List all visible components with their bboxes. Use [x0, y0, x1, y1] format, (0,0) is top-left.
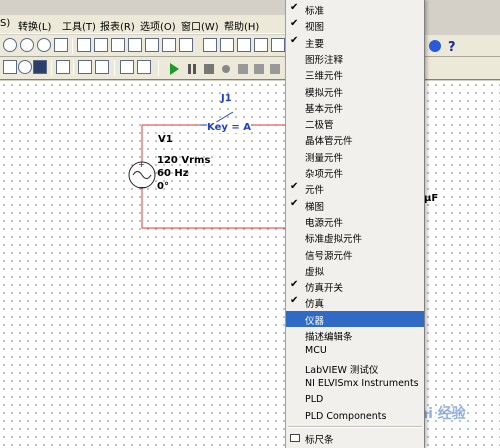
switch-label: J1 — [221, 93, 232, 104]
context-menu-item[interactable]: ✔ 仿真 — [286, 294, 424, 310]
context-menu-item-label: 主要 — [305, 38, 325, 50]
checkmark-icon: ✔ — [290, 34, 299, 46]
checkmark-icon: ✔ — [290, 295, 299, 307]
context-menu-item-label: 描述编辑条 — [305, 332, 353, 343]
context-menu-item[interactable]: PLD — [286, 392, 424, 408]
context-menu-item-label: 虚拟 — [305, 266, 325, 278]
context-menu-item[interactable]: 基本元件 — [286, 99, 424, 115]
source-name-label: V1 — [158, 134, 173, 145]
context-menu-item[interactable]: ✔ 视图 — [286, 17, 424, 33]
checkmark-icon: ✔ — [290, 279, 299, 291]
source-frequency-label: 60 Hz — [157, 168, 189, 179]
context-menu-item[interactable]: 电源元件 — [286, 213, 424, 229]
checkmark-icon: ✔ — [290, 18, 299, 30]
context-menu-item-label: 标准 — [305, 6, 325, 17]
context-menu-item[interactable]: ✔ 标准 — [286, 1, 424, 17]
ac-source-symbol[interactable]: + − — [128, 160, 156, 192]
context-menu-item[interactable]: ✔ 梯图 — [286, 197, 424, 213]
context-menu-item[interactable]: 描述编辑条 — [286, 327, 424, 343]
checkmark-icon: ✔ — [290, 181, 299, 193]
context-menu-item[interactable]: 信号源元件 — [286, 246, 424, 262]
context-menu-item-label: MCU — [305, 345, 327, 357]
context-menu-item-label: 仿真 — [305, 299, 325, 311]
svg-text:+: + — [138, 160, 145, 169]
context-menu-item[interactable]: PLD Components — [286, 409, 424, 425]
context-menu-item-label: 梯图 — [305, 201, 325, 213]
context-menu-item-label: 视图 — [305, 22, 325, 34]
context-menu-item-label: 模拟元件 — [305, 87, 344, 99]
context-menu-item-label: 标准虚拟元件 — [305, 234, 363, 246]
context-menu-item-label: 信号源元件 — [305, 250, 353, 262]
context-menu-item-label: 仿真开关 — [305, 283, 344, 295]
context-menu-item[interactable]: 三维元件 — [286, 66, 424, 82]
context-menu-item-label: 三维元件 — [305, 71, 344, 83]
toolbar-context-menu: ✔ 标准 ✔ 视图 ✔ 主要图形注释三维元件模拟元件基本元件二极管晶体管元件测量元件杂项元… — [285, 0, 425, 448]
context-menu-item-label: 杂项元件 — [305, 169, 344, 180]
context-menu-item[interactable]: 标准虚拟元件 — [286, 229, 424, 245]
context-menu-item[interactable]: NI ELVISmx Instruments — [286, 376, 424, 392]
source-voltage-label: 120 Vrms — [157, 155, 211, 166]
context-menu-item[interactable]: 标尺条 — [286, 430, 424, 446]
context-menu-item-label: 电源元件 — [305, 217, 344, 229]
context-menu-item-label: NI ELVISmx Instruments — [305, 377, 419, 389]
context-menu-item-label: PLD — [305, 394, 324, 406]
context-menu-item[interactable]: 测量元件 — [286, 148, 424, 164]
context-menu-item-label: 仪器 — [305, 315, 325, 327]
context-menu-item[interactable]: ✔ 元件 — [286, 180, 424, 196]
checkmark-icon: ✔ — [290, 2, 299, 13]
context-menu-item[interactable]: 模拟元件 — [286, 83, 424, 99]
context-menu-item[interactable]: MCU — [286, 343, 424, 359]
context-menu-item[interactable]: LabVIEW 测试仪 — [286, 360, 424, 376]
capacitor-value-label: μF — [424, 193, 439, 204]
context-menu-item[interactable]: 仪器 — [286, 310, 424, 327]
context-menu-item[interactable]: 杂项元件 — [286, 164, 424, 180]
checkmark-icon: ✔ — [290, 197, 299, 209]
context-menu-item[interactable]: 虚拟 — [286, 262, 424, 278]
context-menu-item[interactable]: 图形注释 — [286, 50, 424, 66]
context-menu-item-label: 标尺条 — [305, 434, 334, 446]
schematic-wires: + − — [128, 111, 285, 229]
context-menu-item-label: 图形注释 — [305, 54, 344, 66]
context-menu-item-label: 二极管 — [305, 120, 334, 132]
context-menu-item-label: 基本元件 — [305, 103, 344, 115]
context-menu-item[interactable]: ✔ 主要 — [286, 34, 424, 50]
context-menu-item-label: LabVIEW 测试仪 — [305, 364, 379, 376]
context-menu-item[interactable]: ✔ 仿真开关 — [286, 278, 424, 294]
switch-key-label: Key = A — [207, 122, 251, 133]
svg-text:−: − — [139, 183, 146, 192]
context-menu-item-label: 元件 — [305, 185, 325, 197]
ruler-icon — [290, 433, 300, 442]
context-menu-item-label: PLD Components — [305, 410, 387, 422]
context-menu-item[interactable]: 二极管 — [286, 115, 424, 131]
context-menu-item[interactable]: 晶体管元件 — [286, 131, 424, 147]
menu-separator — [288, 425, 422, 428]
context-menu-item-label: 晶体管元件 — [305, 136, 353, 148]
source-phase-label: 0° — [157, 181, 169, 192]
context-menu-item-label: 测量元件 — [305, 152, 344, 164]
